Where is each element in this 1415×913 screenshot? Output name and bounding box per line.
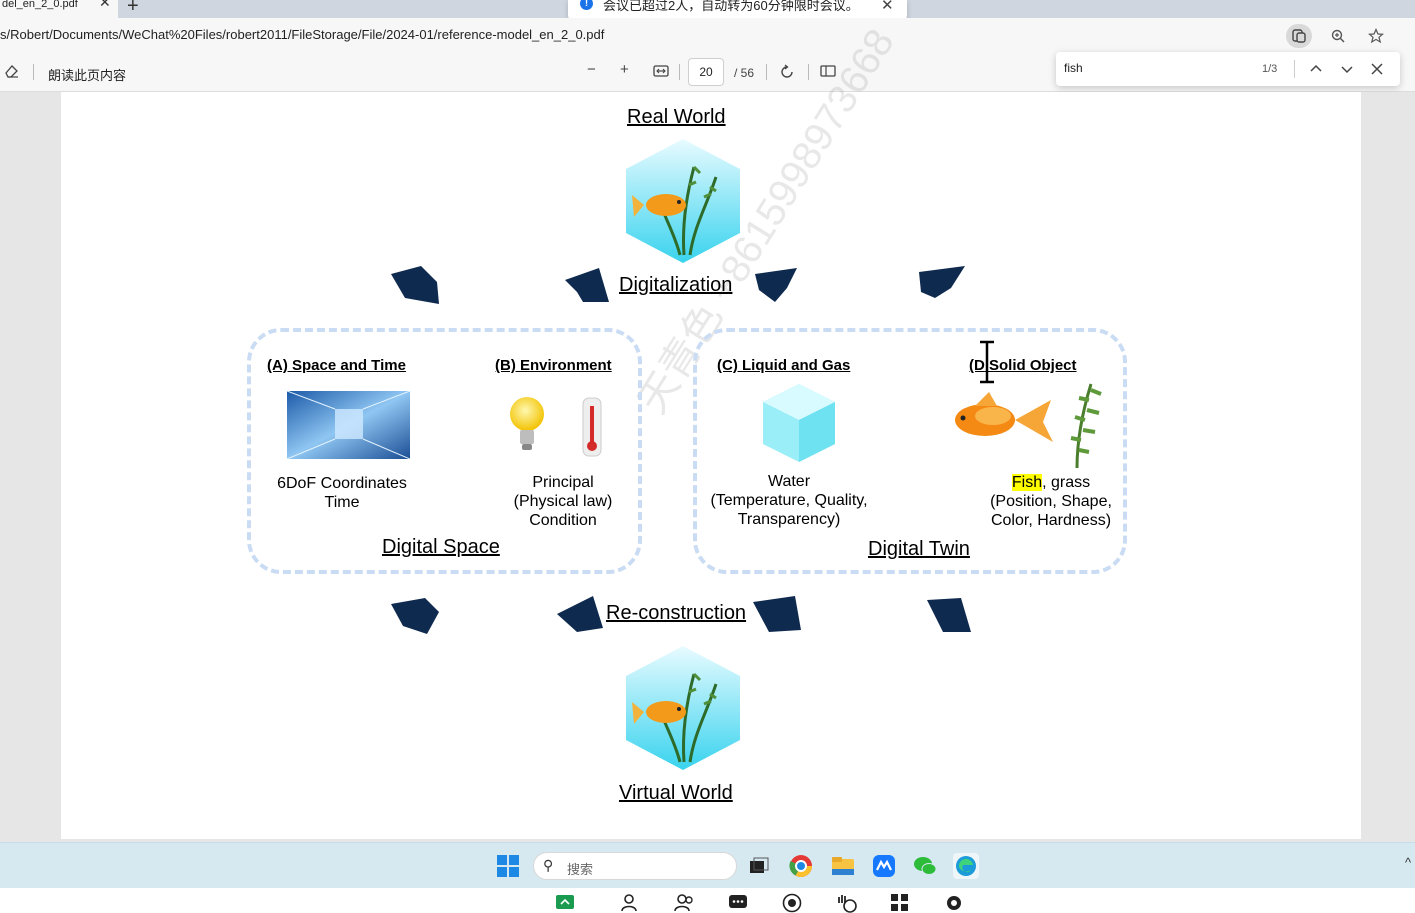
text-cursor-icon [980,340,994,384]
tab-close-icon[interactable]: ✕ [99,0,111,9]
wechat-icon[interactable] [912,853,938,879]
participants-icon[interactable] [674,893,696,913]
settings-gear-icon[interactable] [944,893,964,913]
fit-width-icon[interactable] [653,64,669,82]
caption-space-and-time: 6DoF Coordinates Time [271,474,413,512]
real-world-fish-tank-icon [626,139,740,263]
caption-liquid-and-gas: Water (Temperature, Quality, Transparenc… [701,472,877,529]
water-cube-icon [763,384,835,462]
add-participant-icon[interactable] [620,893,640,913]
divider [33,64,34,80]
tab-title: del_en_2_0.pdf [2,0,78,10]
file-explorer-icon[interactable] [830,853,856,879]
favorite-star-icon[interactable] [1363,24,1389,48]
tab-active[interactable]: del_en_2_0.pdf ✕ [0,0,118,18]
read-aloud-button[interactable]: 朗读此页内容 [48,65,126,84]
caption-line: Principal [532,474,594,491]
space-corridor-image [287,391,410,459]
chrome-icon[interactable] [788,853,814,879]
digital-twin-label: Digital Twin [868,538,970,560]
caption-line: Transparency) [737,511,841,528]
info-icon: ! [580,0,593,10]
url-field[interactable]: s/Robert/Documents/WeChat%20Files/robert… [0,27,604,42]
find-close-icon[interactable] [1370,57,1384,81]
search-icon: ⚲ [543,857,554,873]
thermometer-icon [582,397,602,457]
rotate-icon[interactable] [779,64,795,84]
notice-text: 会议已超过2人，自动转为60分钟限时会议。 [603,0,859,13]
heading-space-and-time: (A) Space and Time [267,357,406,374]
pdf-page: 天青色 +8615998973668 Real World Digitaliza… [61,22,1361,839]
light-bulb-icon [510,397,544,450]
water-grass-icon [1070,383,1102,469]
share-screen-icon[interactable] [555,893,575,911]
eraser-icon[interactable] [4,63,20,83]
heading-environment: (B) Environment [495,357,612,374]
caption-line: (Temperature, Quality, [710,492,868,509]
meeting-control-bar [0,888,1415,913]
task-view-icon[interactable] [746,853,772,879]
windows-start-icon[interactable] [495,853,521,879]
taskbar-search[interactable]: ⚲ 搜索 [533,852,737,880]
zoom-icon[interactable] [1325,24,1351,48]
zoom-in-button[interactable]: + [620,61,629,78]
digital-space-label: Digital Space [382,536,500,558]
caption-line: Time [324,494,360,511]
real-world-label: Real World [627,106,726,128]
divider [1294,60,1295,78]
heading-solid-object-title: Solid Object [984,357,1077,374]
caption-text: , grass [1042,474,1091,491]
apps-icon[interactable] [890,893,910,913]
divider [808,64,809,80]
edge-browser-icon[interactable] [953,853,979,879]
search-highlight: Fish [1011,474,1043,491]
reconstruction-label: Re-construction [606,602,747,624]
find-previous-icon[interactable] [1309,57,1323,81]
document-area[interactable]: 天青色 +8615998973668 Real World Digitaliza… [0,22,1415,842]
zoom-out-button[interactable]: − [587,61,596,78]
page-number-input[interactable]: 20 [688,58,724,86]
taskbar-search-placeholder: 搜索 [567,862,594,877]
taskbar: ⚲ 搜索 ^ [0,842,1415,888]
address-bar: s/Robert/Documents/WeChat%20Files/robert… [0,18,1415,52]
find-count: 1/3 [1262,63,1278,75]
record-icon[interactable] [782,893,802,913]
reactions-icon[interactable] [836,893,858,913]
caption-environment: Principal (Physical law) Condition [505,473,621,530]
caption-line: Condition [529,512,597,529]
virtual-world-fish-tank-icon [626,646,740,770]
new-tab-button[interactable]: + [127,0,139,18]
virtual-world-label: Virtual World [619,782,733,804]
read-view-icon[interactable] [1286,24,1312,48]
caption-line: Fish, grass [983,473,1119,492]
caption-solid-object: Fish, grass (Position, Shape, Color, Har… [983,473,1119,530]
find-bar: fish 1/3 [1056,52,1400,86]
meeting-app-icon[interactable] [871,853,897,879]
divider [766,64,767,80]
find-input[interactable]: fish [1064,61,1083,75]
digitalization-label: Digitalization [619,274,733,296]
find-next-icon[interactable] [1340,57,1354,81]
caption-line: (Position, Shape, [990,493,1112,510]
caption-line: (Physical law) [513,493,613,510]
caption-line: Water [767,473,811,490]
heading-liquid-and-gas: (C) Liquid and Gas [717,357,851,374]
page-total: / 56 [734,66,755,80]
chat-icon[interactable] [728,893,748,913]
notice-close-icon[interactable]: ✕ [881,0,894,14]
caption-line: Color, Hardness) [990,512,1112,529]
goldfish-icon [955,392,1053,442]
chevron-up-icon[interactable]: ^ [1405,855,1411,870]
caption-line: 6DoF Coordinates [277,475,407,492]
divider [679,64,680,80]
